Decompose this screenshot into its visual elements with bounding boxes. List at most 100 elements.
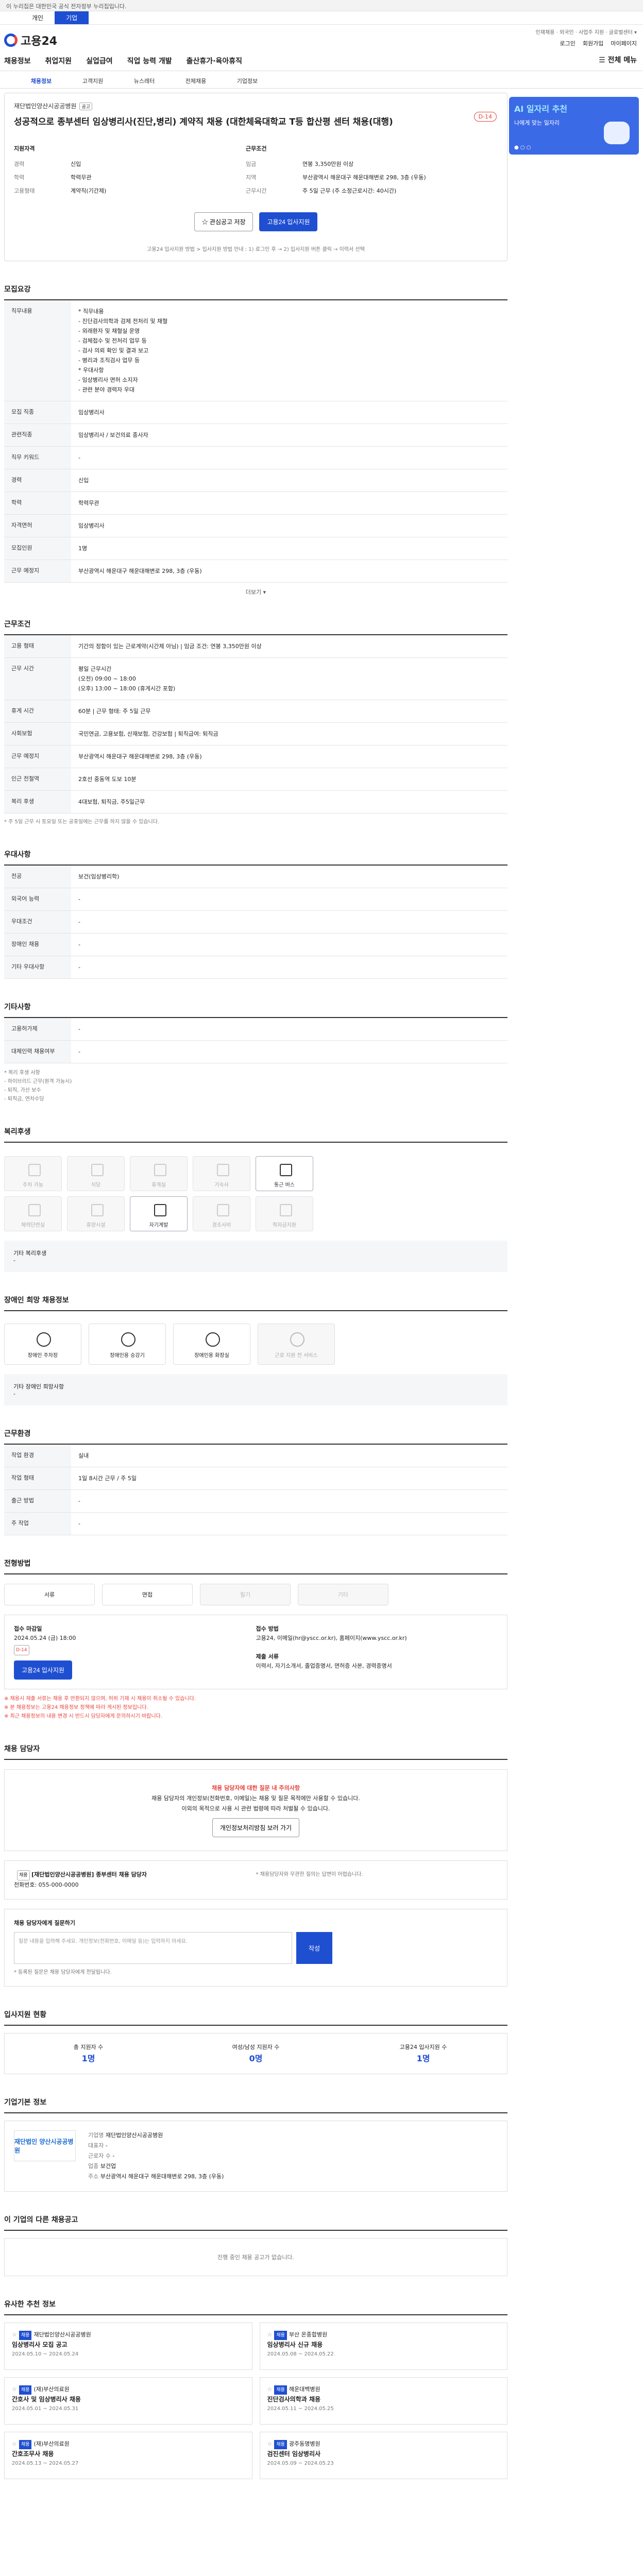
join-link[interactable]: 회원가입 bbox=[583, 39, 603, 47]
bookmark-icon[interactable]: ☆ bbox=[12, 2386, 17, 2393]
table-row: 사회보험 국민연금, 고용보험, 산재보험, 건강보험 | 퇴직급여: 퇴직금 bbox=[4, 722, 507, 745]
logo-text: 고용24 bbox=[21, 35, 58, 48]
method-label: 접수 방법 bbox=[256, 1625, 279, 1632]
nav-jobs[interactable]: 채용정보 bbox=[4, 56, 31, 66]
privacy-box: 채용 담당자에 대한 질문 내 주의사항 채용 담당자의 개인정보(전화번호, … bbox=[4, 1769, 507, 1851]
step-other: 기타 bbox=[298, 1584, 388, 1605]
dday-badge: D-14 bbox=[473, 112, 497, 122]
apply-button[interactable]: 고용24 입사지원 bbox=[259, 212, 318, 231]
top-links[interactable]: 인재채용 · 외국인 · 사업주 지원 · 글로벌센터 ▾ bbox=[536, 28, 637, 36]
row-label: 고용 형태 bbox=[4, 635, 71, 658]
apply-button-2[interactable]: 고용24 입사지원 bbox=[14, 1660, 72, 1680]
more-button[interactable]: 더보기 ▾ bbox=[4, 588, 507, 596]
method-value: 고용24, 이메일(hr@yscc.or.kr), 홈페이지(www.yscc.… bbox=[256, 1635, 407, 1641]
hours-label: 근무시간 bbox=[246, 188, 267, 194]
question-input[interactable]: 질문 내용을 입력해 주세요. 개인정보(전화번호, 이메일 등)는 입력하지 … bbox=[14, 1932, 292, 1964]
subnav-item[interactable]: 채용정보 bbox=[15, 71, 67, 88]
subnav-item[interactable]: 전체채용 bbox=[170, 71, 222, 88]
contact-box: 채용 [재단법인양산시공공병원] 종부센터 채용 담당자 전화번호: 055-0… bbox=[4, 1860, 507, 1900]
table-row: 고용허가제 - bbox=[4, 1018, 507, 1041]
cname-value: 재단법인양산시공공병원 bbox=[105, 2132, 163, 2139]
subnav-item[interactable]: 뉴스레터 bbox=[119, 71, 170, 88]
related-title: 검진센터 임상병리사 bbox=[267, 2450, 321, 2458]
related-card[interactable]: ☆ 채용 광주동명병원 검진센터 임상병리사 2024.05.09 ~ 2024.05.… bbox=[259, 2432, 507, 2479]
main-nav: 채용정보 취업지원 실업급여 직업 능력 개발 출산휴가·육아휴직 bbox=[0, 56, 242, 66]
step-interview: 면접 bbox=[102, 1584, 193, 1605]
company-label: 재단법인양산시공공병원 bbox=[14, 103, 77, 110]
bookmark-icon[interactable]: ☆ bbox=[267, 2331, 273, 2338]
stat-label: 총 지원자 수 bbox=[73, 2044, 104, 2050]
wage-label: 임금 bbox=[246, 161, 257, 167]
nav-benefit[interactable]: 실업급여 bbox=[86, 56, 113, 66]
related-card[interactable]: ☆ 채용 재단법인양산시공공병원 임상병리사 모집 공고 2024.05.10 ~ 20… bbox=[4, 2323, 252, 2370]
step-written: 필기 bbox=[200, 1584, 291, 1605]
tab-personal[interactable]: 개인 bbox=[21, 11, 55, 24]
table-row: 복리 후생 4대보험, 퇴직금, 주5일근무 bbox=[4, 790, 507, 814]
row-value: 1명 bbox=[71, 537, 507, 560]
edu-label: 학력 bbox=[14, 174, 25, 181]
related-card[interactable]: ☆ 채용 해운대백병원 진단검사의학과 채용 2024.05.11 ~ 2024.05.… bbox=[259, 2377, 507, 2425]
recruit-table: 직무내용 * 직무내용 - 진단검사의학과 검체 전처리 및 채혈 - 외래환자 … bbox=[4, 300, 507, 583]
disab-elevator-icon: 장애인용 승강기 bbox=[89, 1324, 166, 1365]
table-row: 모집 직종 임상병리사 bbox=[4, 401, 507, 424]
row-value: - bbox=[71, 956, 507, 979]
section-condition: 근무조건 고용 형태 기간의 정함이 있는 근로계약(시간제 아님) | 임금 조… bbox=[4, 619, 507, 826]
deadline-dday: D-14 bbox=[14, 1645, 29, 1655]
top-icons: 로그인 회원가입 마이페이지 bbox=[560, 39, 637, 47]
row-label: 복리 후생 bbox=[4, 790, 71, 814]
all-menu-button[interactable]: ☰ 전체 메뉴 bbox=[599, 55, 637, 65]
subnav-item[interactable]: 기업정보 bbox=[222, 71, 273, 88]
disab-support-icon: 근로 지원 전 서비스 bbox=[258, 1324, 335, 1365]
related-card[interactable]: ☆ 채용 (재)부산의료원 간호조무사 채용 2024.05.13 ~ 2024.05.… bbox=[4, 2432, 252, 2479]
addr-value: 부산광역시 해운대구 해운대해변로 298, 3층 (우동) bbox=[100, 2173, 224, 2180]
mypage-link[interactable]: 마이페이지 bbox=[611, 39, 637, 47]
ai-banner[interactable]: AI 일자리 추천 나에게 맞는 일자리 ● ○ ○ bbox=[509, 97, 639, 155]
subnav-item[interactable]: 고객지원 bbox=[67, 71, 119, 88]
related-company: (재)부산의료원 bbox=[33, 2386, 70, 2393]
disab-parking-icon: 장애인 주차장 bbox=[4, 1324, 81, 1365]
interest-button[interactable]: ☆ 관심공고 저장 bbox=[194, 212, 253, 231]
row-value: - bbox=[71, 910, 507, 934]
row-value: 부산광역시 해운대구 해운대해변로 298, 3층 (우동) bbox=[71, 745, 507, 768]
menu-icon: ☰ bbox=[599, 56, 608, 64]
table-row: 휴게 시간 60분 | 근무 형태: 주 5일 근무 bbox=[4, 700, 507, 723]
section-contact: 채용 담당자 채용 담당자에 대한 질문 내 주의사항 채용 담당자의 개인정보… bbox=[4, 1743, 507, 1987]
banner-pager[interactable]: ● ○ ○ bbox=[514, 145, 531, 150]
tab-company[interactable]: 기업 bbox=[55, 11, 89, 24]
stat-value: 0명 bbox=[249, 2054, 263, 2063]
row-label: 근무 예정지 bbox=[4, 560, 71, 583]
bookmark-icon[interactable]: ☆ bbox=[267, 2441, 273, 2447]
related-company: 광주동명병원 bbox=[289, 2441, 320, 2447]
side-banner[interactable]: AI 일자리 추천 나에게 맞는 일자리 ● ○ ○ bbox=[509, 97, 639, 155]
question-box: 채용 담당자에게 질문하기 질문 내용을 입력해 주세요. 개인정보(전화번호,… bbox=[4, 1909, 507, 1987]
question-submit-button[interactable]: 작성 bbox=[296, 1932, 332, 1964]
nav-training[interactable]: 직업 능력 개발 bbox=[127, 56, 172, 66]
row-label: 자격면허 bbox=[4, 514, 71, 537]
section-title: 채용 담당자 bbox=[4, 1743, 507, 1760]
table-row: 근무 예정지 부산광역시 해운대구 해운대해변로 298, 3층 (우동) bbox=[4, 745, 507, 768]
career-label: 경력 bbox=[14, 161, 25, 167]
related-period: 2024.05.01 ~ 2024.05.31 bbox=[12, 2406, 79, 2412]
welfare-item-icon: 휴양시설 bbox=[67, 1196, 125, 1231]
site-logo[interactable]: 고용24 bbox=[4, 32, 57, 48]
bookmark-icon[interactable]: ☆ bbox=[12, 2441, 17, 2447]
nav-leave[interactable]: 출산휴가·육아휴직 bbox=[187, 56, 242, 66]
bookmark-icon[interactable]: ☆ bbox=[12, 2331, 17, 2338]
row-value: 국민연금, 고용보험, 산재보험, 건강보험 | 퇴직급여: 퇴직금 bbox=[71, 722, 507, 745]
row-label: 관련직종 bbox=[4, 423, 71, 447]
row-label: 주 작업 bbox=[4, 1512, 71, 1535]
related-badge: 채용 bbox=[19, 2385, 32, 2395]
section-title: 모집요강 bbox=[4, 284, 507, 300]
table-row: 출근 방법 - bbox=[4, 1489, 507, 1513]
section-title: 장애인 희망 채용정보 bbox=[4, 1295, 507, 1311]
privacy-button[interactable]: 개인정보처리방침 보러 가기 bbox=[212, 1818, 300, 1837]
row-value: - bbox=[71, 446, 507, 469]
row-label: 인근 전철역 bbox=[4, 768, 71, 791]
nav-support[interactable]: 취업지원 bbox=[45, 56, 72, 66]
login-link[interactable]: 로그인 bbox=[560, 39, 576, 47]
bookmark-icon[interactable]: ☆ bbox=[267, 2386, 273, 2393]
related-card[interactable]: ☆ 채용 부산 온종합병원 임상병리사 신규 채용 2024.05.08 ~ 2024.… bbox=[259, 2323, 507, 2370]
apply-notice: 고용24 입사지원 방법 > 입사지원 방법 안내 : 1) 로그인 후 → 2… bbox=[147, 247, 365, 252]
related-card[interactable]: ☆ 채용 (재)부산의료원 간호사 및 임상병리사 채용 2024.05.01 ~ 20… bbox=[4, 2377, 252, 2425]
row-value: * 직무내용 - 진단검사의학과 검체 전처리 및 채혈 - 외래환자 및 채혈… bbox=[71, 300, 507, 401]
